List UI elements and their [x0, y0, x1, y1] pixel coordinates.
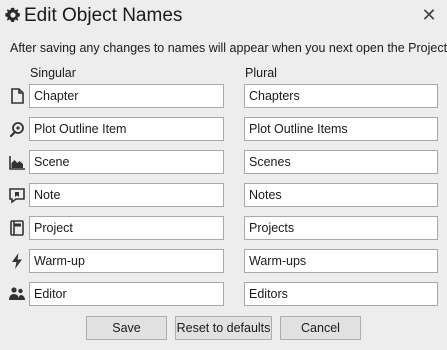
plot-outline-item-singular-field[interactable] — [29, 117, 224, 141]
project-singular-field[interactable] — [29, 216, 224, 240]
plot-outline-item-plural-field[interactable] — [244, 117, 438, 141]
people-icon — [8, 285, 26, 303]
scene-plural-field[interactable] — [244, 150, 438, 174]
gear-icon — [5, 7, 21, 23]
document-icon — [8, 87, 26, 105]
note-plural-field[interactable] — [244, 183, 438, 207]
area-chart-icon — [8, 153, 26, 171]
save-button[interactable]: Save — [86, 316, 167, 340]
project-book-icon — [8, 219, 26, 237]
plural-column-header: Plural — [245, 66, 277, 80]
lightning-icon — [8, 252, 26, 270]
reset-to-defaults-button[interactable]: Reset to defaults — [175, 316, 272, 340]
editor-plural-field[interactable] — [244, 282, 438, 306]
project-plural-field[interactable] — [244, 216, 438, 240]
object-row-note — [0, 182, 447, 208]
scene-singular-field[interactable] — [29, 150, 224, 174]
save-notice-text: After saving any changes to names will a… — [10, 41, 447, 55]
singular-column-header: Singular — [30, 66, 76, 80]
note-singular-field[interactable] — [29, 183, 224, 207]
editor-singular-field[interactable] — [29, 282, 224, 306]
edit-object-names-dialog: Edit Object Names ✕ After saving any cha… — [0, 0, 447, 350]
object-row-scene — [0, 149, 447, 175]
object-row-editor — [0, 281, 447, 307]
object-row-chapter — [0, 83, 447, 109]
object-row-warm-up — [0, 248, 447, 274]
object-row-project — [0, 215, 447, 241]
warm-up-plural-field[interactable] — [244, 249, 438, 273]
close-icon[interactable]: ✕ — [417, 4, 441, 26]
chapter-singular-field[interactable] — [29, 84, 224, 108]
chapter-plural-field[interactable] — [244, 84, 438, 108]
cancel-button[interactable]: Cancel — [280, 316, 361, 340]
plot-outline-icon — [8, 120, 26, 138]
object-row-plot-outline-item — [0, 116, 447, 142]
dialog-title: Edit Object Names — [24, 5, 183, 26]
title-bar: Edit Object Names ✕ — [0, 0, 447, 32]
note-icon — [8, 186, 26, 204]
warm-up-singular-field[interactable] — [29, 249, 224, 273]
